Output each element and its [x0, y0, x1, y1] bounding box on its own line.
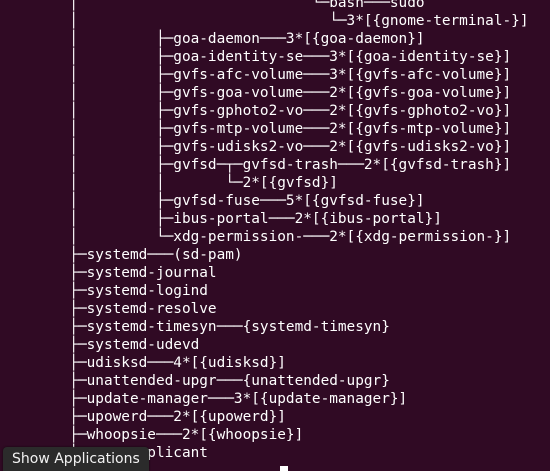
terminal-line: ├─upowerd───2*[{upowerd}] [0, 409, 286, 425]
terminal-line: │ ├─gvfsd─┬─gvfsd-trash───2*[{gvfsd-tras… [0, 157, 512, 173]
terminal-line: │ ├─gvfs-goa-volume───2*[{gvfs-goa-volum… [0, 85, 512, 101]
terminal-line: │ ├─gvfs-gphoto2-vo───2*[{gvfs-gphoto2-v… [0, 103, 512, 119]
show-applications-tooltip: Show Applications [3, 447, 149, 471]
terminal-line: │ ├─gvfs-afc-volume───3*[{gvfs-afc-volum… [0, 67, 512, 83]
terminal-line: ├─systemd-logind [0, 283, 208, 299]
terminal-line: │ └─xdg-permission-───2*[{xdg-permission… [0, 229, 512, 245]
terminal-line: ├─systemd-udevd [0, 337, 200, 353]
terminal-line: │ ├─gvfs-udisks2-vo───2*[{gvfs-udisks2-v… [0, 139, 512, 155]
terminal-cursor [280, 466, 288, 471]
terminal-line: ├─update-manager───3*[{update-manager}] [0, 391, 408, 407]
terminal-line: ├─systemd-resolve [0, 301, 217, 317]
terminal-line: ├─systemd-timesyn───{systemd-timesyn} [0, 319, 390, 335]
terminal-line: ├─udisksd───4*[{udisksd}] [0, 355, 286, 371]
terminal-line: │ ├─gvfs-mtp-volume───2*[{gvfs-mtp-volum… [0, 121, 512, 137]
terminal-line: │ ├─goa-identity-se───3*[{goa-identity-s… [0, 49, 512, 65]
terminal-line: │ ├─goa-daemon───3*[{goa-daemon}] [0, 31, 425, 47]
terminal-line: │ └─3*[{gnome-terminal-}] [0, 13, 529, 29]
terminal-line: ├─systemd───(sd-pam) [0, 247, 243, 263]
terminal-line: ├─unattended-upgr───{unattended-upgr} [0, 373, 390, 389]
terminal-line: │ │ └─2*[{gvfsd}] [0, 175, 338, 191]
terminal-line: ├─whoopsie───2*[{whoopsie}] [0, 427, 304, 443]
terminal-line: │ └─bash───sudo [0, 0, 425, 11]
terminal-window[interactable]: │ └─bash───sudo │ └─3*[{gnome-terminal-}… [0, 0, 550, 471]
terminal-line: │ ├─gvfsd-fuse───5*[{gvfsd-fuse}] [0, 193, 425, 209]
terminal-line: │ ├─ibus-portal───2*[{ibus-portal}] [0, 211, 442, 227]
terminal-line: ├─systemd-journal [0, 265, 217, 281]
